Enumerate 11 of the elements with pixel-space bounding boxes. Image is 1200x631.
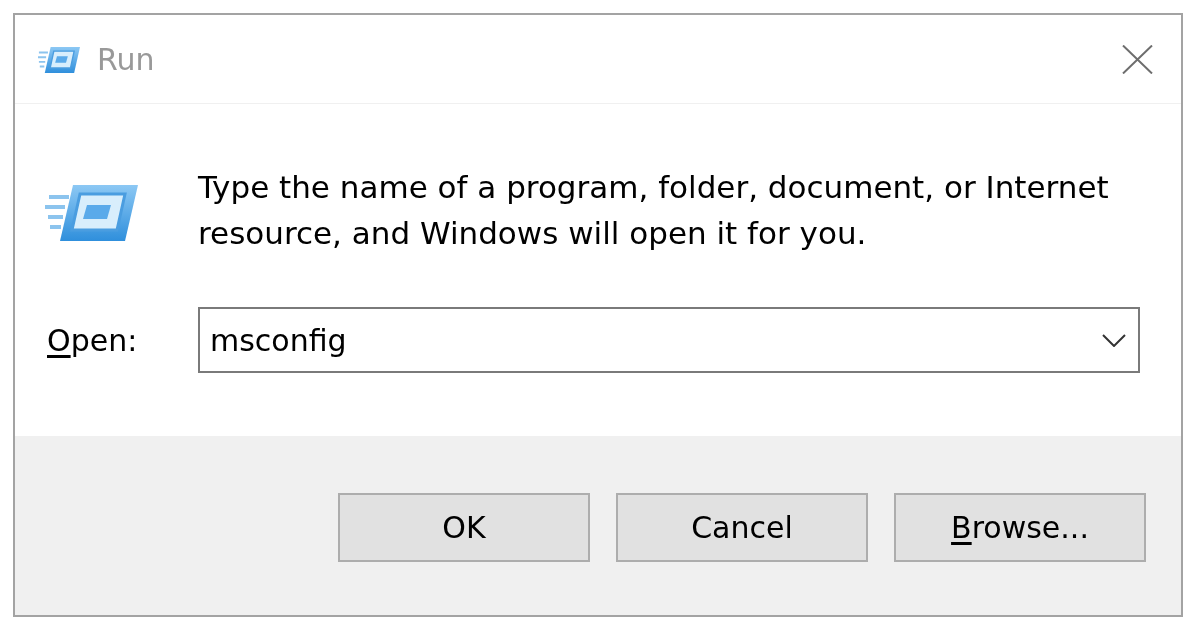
open-combo-box[interactable]: msconfig [198, 307, 1140, 373]
dialog-button[interactable]: OK [338, 493, 590, 562]
open-label: Open: [47, 322, 138, 358]
chevron-down-icon[interactable] [1102, 333, 1126, 347]
run-program-icon [38, 46, 80, 74]
window-title: Run [97, 41, 155, 77]
close-icon[interactable] [1122, 44, 1153, 74]
run-program-icon [45, 183, 138, 243]
dialog-button[interactable]: Cancel [616, 493, 868, 562]
dialog-button[interactable]: Browse... [894, 493, 1146, 562]
instruction-text: Type the name of a program, folder, document, or Internet resource, and Windows will open it for you. [198, 168, 1110, 253]
